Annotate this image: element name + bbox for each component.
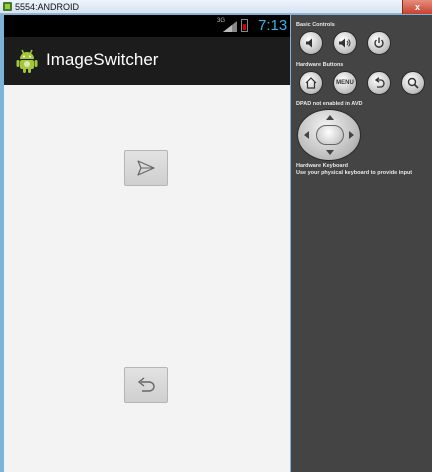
- window-title: 5554:ANDROID: [15, 2, 80, 12]
- dpad-up-icon[interactable]: [326, 115, 334, 120]
- basic-controls-label: Basic Controls: [296, 22, 335, 28]
- back-arrow-icon: [374, 77, 385, 88]
- dpad-down-icon[interactable]: [326, 150, 334, 155]
- dpad-center-button[interactable]: [316, 125, 344, 145]
- dpad-left-icon[interactable]: [304, 131, 309, 139]
- window-title-bar: 5554:ANDROID x: [0, 0, 432, 14]
- battery-icon: [241, 19, 248, 32]
- volume-down-icon: [306, 38, 312, 48]
- power-icon: [374, 37, 384, 48]
- back-button[interactable]: [367, 71, 391, 95]
- search-icon: [407, 77, 419, 89]
- action-bar: ImageSwitcher: [4, 37, 290, 85]
- dpad-control[interactable]: [297, 109, 361, 161]
- emulator-controls-panel: Basic Controls Hardware Buttons MENU DPA…: [291, 15, 432, 472]
- menu-button-label: MENU: [336, 80, 354, 86]
- volume-down-button[interactable]: [299, 31, 323, 55]
- hardware-buttons-label: Hardware Buttons: [296, 62, 344, 68]
- signal-icon: [223, 21, 237, 32]
- dpad-label: DPAD not enabled in AVD: [296, 101, 363, 107]
- status-clock: 7:13: [258, 17, 288, 34]
- home-button[interactable]: [299, 71, 323, 95]
- status-bar: 3G 7:13: [4, 15, 290, 37]
- search-button[interactable]: [401, 71, 425, 95]
- previous-image-button[interactable]: [124, 367, 168, 403]
- volume-up-button[interactable]: [333, 31, 357, 55]
- app-title: ImageSwitcher: [46, 50, 159, 69]
- power-button[interactable]: [367, 31, 391, 55]
- volume-up-icon: [339, 38, 351, 48]
- dpad-right-icon[interactable]: [349, 131, 354, 139]
- home-icon: [305, 77, 317, 89]
- send-icon: [137, 160, 155, 176]
- emulator-window-icon: [3, 2, 12, 11]
- undo-icon: [137, 377, 155, 392]
- android-app-icon: [16, 49, 38, 73]
- hardware-keyboard-hint: Use your physical keyboard to provide in…: [296, 170, 413, 176]
- menu-button[interactable]: MENU: [333, 71, 357, 95]
- hardware-keyboard-label: Hardware Keyboard: [296, 163, 348, 169]
- window-close-button[interactable]: x: [402, 0, 432, 14]
- device-screen: 3G 7:13 ImageSwitcher: [4, 15, 290, 472]
- next-image-button[interactable]: [124, 150, 168, 186]
